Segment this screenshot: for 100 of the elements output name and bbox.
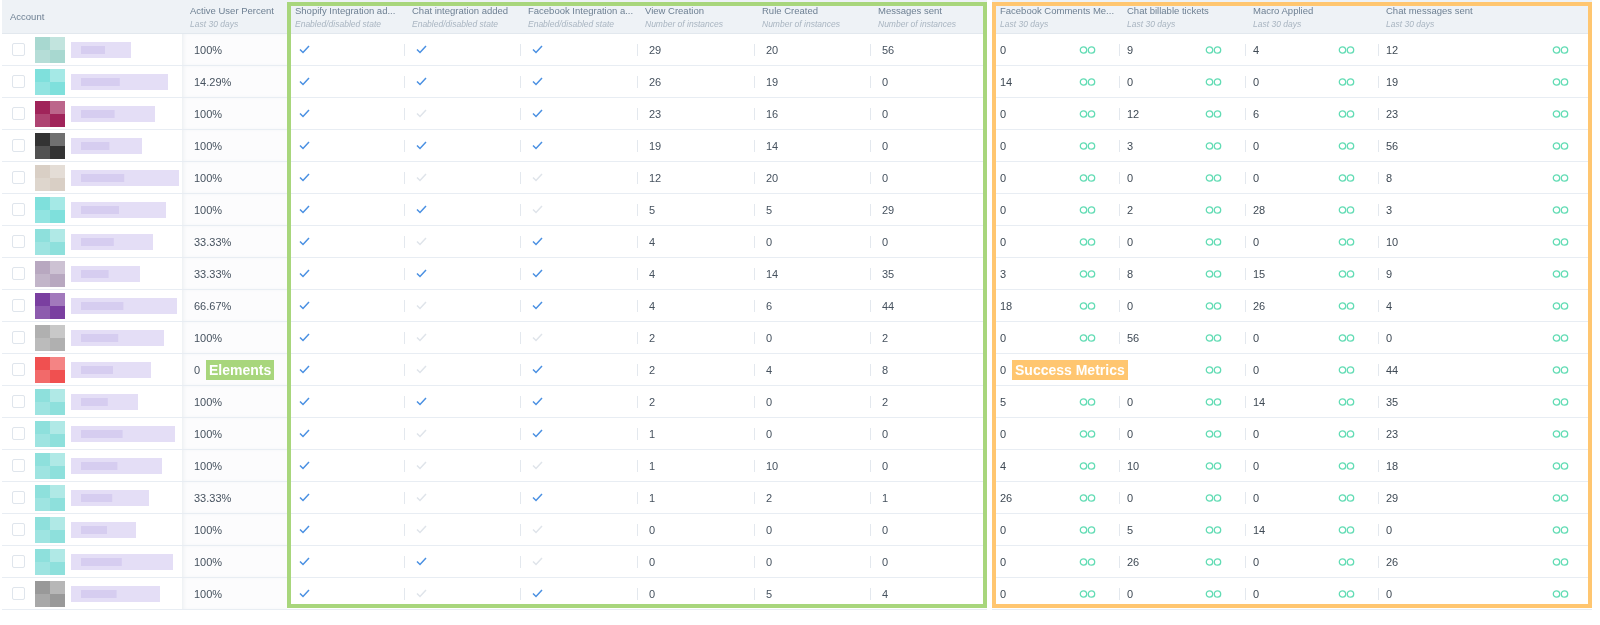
infinity-icon[interactable] [1338,589,1356,598]
table-cell: 12 [637,162,754,194]
infinity-icon[interactable] [1205,397,1223,406]
infinity-icon[interactable] [1552,269,1570,278]
row-checkbox[interactable] [12,331,25,344]
infinity-icon[interactable] [1205,77,1223,86]
infinity-icon[interactable] [1205,269,1223,278]
infinity-icon[interactable] [1338,269,1356,278]
row-checkbox[interactable] [12,235,25,248]
infinity-icon[interactable] [1079,269,1097,278]
infinity-icon[interactable] [1552,141,1570,150]
infinity-icon[interactable] [1205,333,1223,342]
table-cell: 66.67% [182,290,287,322]
infinity-icon[interactable] [1338,397,1356,406]
infinity-icon[interactable] [1552,205,1570,214]
infinity-icon[interactable] [1205,173,1223,182]
row-checkbox[interactable] [12,363,25,376]
row-checkbox[interactable] [12,203,25,216]
infinity-icon[interactable] [1338,365,1356,374]
infinity-icon[interactable] [1205,301,1223,310]
infinity-icon[interactable] [1205,45,1223,54]
infinity-icon[interactable] [1079,333,1097,342]
infinity-icon[interactable] [1338,429,1356,438]
infinity-icon[interactable] [1338,333,1356,342]
infinity-icon[interactable] [1079,429,1097,438]
infinity-icon[interactable] [1079,493,1097,502]
infinity-icon[interactable] [1552,173,1570,182]
row-checkbox[interactable] [12,107,25,120]
infinity-icon[interactable] [1338,493,1356,502]
infinity-icon[interactable] [1552,109,1570,118]
infinity-icon[interactable] [1205,589,1223,598]
row-checkbox[interactable] [12,75,25,88]
infinity-icon[interactable] [1079,77,1097,86]
infinity-icon[interactable] [1552,557,1570,566]
infinity-icon[interactable] [1079,141,1097,150]
column-header[interactable]: Account [2,0,182,34]
infinity-icon[interactable] [1079,205,1097,214]
infinity-icon[interactable] [1205,205,1223,214]
column-title: Macro Applied [1253,4,1315,16]
infinity-icon[interactable] [1338,45,1356,54]
infinity-icon[interactable] [1552,429,1570,438]
row-checkbox[interactable] [12,427,25,440]
infinity-icon[interactable] [1205,141,1223,150]
infinity-icon[interactable] [1338,301,1356,310]
infinity-icon[interactable] [1552,461,1570,470]
infinity-icon[interactable] [1338,141,1356,150]
infinity-icon[interactable] [1205,365,1223,374]
infinity-icon[interactable] [1338,205,1356,214]
infinity-icon[interactable] [1338,173,1356,182]
column-subtitle: Number of instances [645,18,724,29]
infinity-icon[interactable] [1079,301,1097,310]
row-checkbox[interactable] [12,299,25,312]
infinity-icon[interactable] [1205,109,1223,118]
infinity-icon[interactable] [1079,461,1097,470]
infinity-icon[interactable] [1205,525,1223,534]
infinity-icon[interactable] [1338,461,1356,470]
metric-value: 3 [1000,267,1007,280]
row-checkbox[interactable] [12,171,25,184]
infinity-icon[interactable] [1552,77,1570,86]
row-checkbox[interactable] [12,43,25,56]
row-checkbox[interactable] [12,395,25,408]
table-cell: 2 [637,322,754,354]
infinity-icon[interactable] [1205,557,1223,566]
infinity-icon[interactable] [1552,45,1570,54]
infinity-icon[interactable] [1205,237,1223,246]
row-checkbox[interactable] [12,523,25,536]
metric-value: 14 [1000,75,1013,88]
column-header[interactable]: Active User Percent Last 30 days [182,0,287,34]
infinity-icon[interactable] [1552,237,1570,246]
infinity-icon[interactable] [1079,237,1097,246]
metric-value: 0 [1000,331,1007,344]
infinity-icon[interactable] [1552,397,1570,406]
row-checkbox[interactable] [12,267,25,280]
infinity-icon[interactable] [1205,429,1223,438]
infinity-icon[interactable] [1079,45,1097,54]
infinity-icon[interactable] [1205,461,1223,470]
infinity-icon[interactable] [1079,397,1097,406]
infinity-icon[interactable] [1338,525,1356,534]
infinity-icon[interactable] [1338,237,1356,246]
group-label: Success Metrics [1012,360,1128,380]
infinity-icon[interactable] [1205,493,1223,502]
infinity-icon[interactable] [1552,365,1570,374]
infinity-icon[interactable] [1338,557,1356,566]
infinity-icon[interactable] [1079,557,1097,566]
infinity-icon[interactable] [1079,109,1097,118]
infinity-icon[interactable] [1552,301,1570,310]
infinity-icon[interactable] [1552,493,1570,502]
infinity-icon[interactable] [1552,333,1570,342]
row-checkbox[interactable] [12,459,25,472]
row-checkbox[interactable] [12,555,25,568]
infinity-icon[interactable] [1552,525,1570,534]
row-checkbox[interactable] [12,587,25,600]
infinity-icon[interactable] [1338,77,1356,86]
infinity-icon[interactable] [1079,589,1097,598]
row-checkbox[interactable] [12,139,25,152]
infinity-icon[interactable] [1079,173,1097,182]
row-checkbox[interactable] [12,491,25,504]
infinity-icon[interactable] [1552,589,1570,598]
infinity-icon[interactable] [1338,109,1356,118]
infinity-icon[interactable] [1079,525,1097,534]
